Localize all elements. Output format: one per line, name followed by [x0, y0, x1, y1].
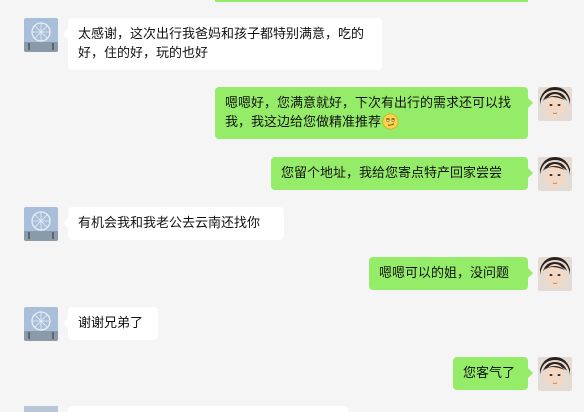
smirk-emoji-icon	[382, 113, 399, 130]
contact-avatar[interactable]	[24, 18, 58, 52]
previous-message-bubble-edge	[215, 0, 528, 2]
incoming-message[interactable]: 太感谢，这次出行我爸妈和孩子都特别满意，吃的好，住的好，玩的也好	[63, 18, 382, 70]
portrait-avatar-icon	[538, 257, 572, 291]
outgoing-message[interactable]: 嗯嗯好，您满意就好，下次有出行的需求还可以找我，我这边给您做精准推荐	[215, 87, 533, 139]
incoming-message[interactable]: 谢谢兄弟了	[63, 307, 158, 340]
outgoing-message[interactable]: 嗯嗯可以的姐，没问题	[369, 257, 533, 290]
ferris-wheel-avatar-icon	[24, 207, 58, 241]
portrait-avatar-icon	[538, 157, 572, 191]
contact-avatar[interactable]	[24, 207, 58, 241]
incoming-message[interactable]: 有机会我和我老公去云南还找你	[63, 207, 284, 240]
chat-window: 太感谢，这次出行我爸妈和孩子都特别满意，吃的好，住的好，玩的也好 嗯嗯好，您满意…	[0, 0, 584, 412]
my-avatar[interactable]	[538, 257, 572, 291]
outgoing-message[interactable]: 您留个地址，我给您寄点特产回家尝尝	[271, 157, 533, 190]
ferris-wheel-avatar-icon	[24, 307, 58, 341]
my-avatar[interactable]	[538, 357, 572, 391]
ferris-wheel-avatar-icon	[24, 18, 58, 52]
next-message-bubble-edge	[68, 406, 348, 412]
contact-avatar[interactable]	[24, 307, 58, 341]
my-avatar[interactable]	[538, 157, 572, 191]
portrait-avatar-icon	[538, 357, 572, 391]
outgoing-message[interactable]: 您客气了	[453, 357, 533, 390]
my-avatar[interactable]	[538, 87, 572, 121]
message-text: 嗯嗯好，您满意就好，下次有出行的需求还可以找我，我这边给您做精准推荐	[225, 96, 512, 130]
next-contact-avatar-edge	[24, 406, 58, 412]
portrait-avatar-icon	[538, 87, 572, 121]
